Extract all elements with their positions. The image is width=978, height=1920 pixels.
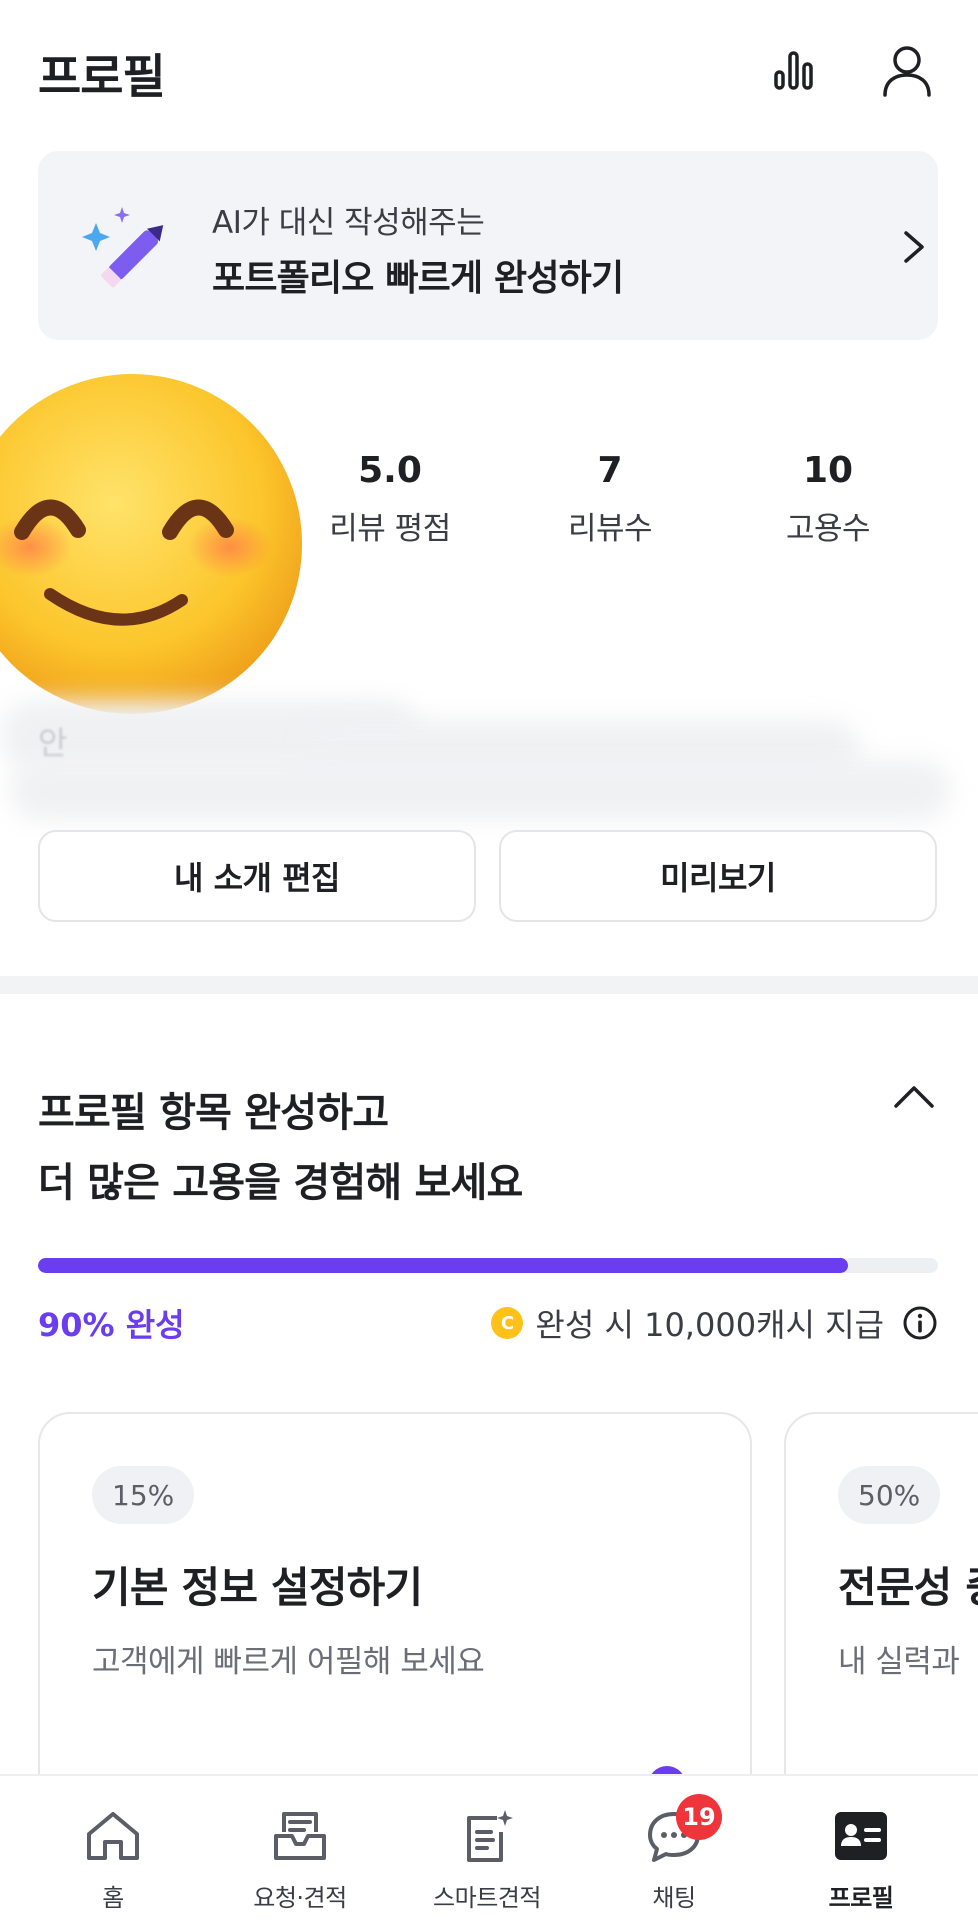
nav-label: 채팅 <box>652 1884 696 1912</box>
profile-card-icon <box>835 1812 887 1860</box>
bottom-nav: 홈 요청·견적 스마트견적 19 채팅 프로필 <box>0 1774 978 1920</box>
avatar[interactable] <box>0 372 305 717</box>
edit-intro-button[interactable]: 내 소개 편집 <box>38 830 476 922</box>
ai-portfolio-banner[interactable]: AI가 대신 작성해주는 포트폴리오 빠르게 완성하기 <box>38 151 938 340</box>
completion-title-line1: 프로필 항목 완성하고 <box>38 1090 389 1136</box>
info-icon[interactable] <box>902 1305 938 1341</box>
chat-unread-badge: 19 <box>676 1794 722 1840</box>
smart-quote-icon <box>467 1810 513 1862</box>
card-title: 기본 정보 설정하기 <box>92 1563 423 1612</box>
completion-title-line2: 더 많은 고용을 경험해 보세요 <box>38 1160 523 1206</box>
nav-requests[interactable]: 요청·견적 <box>205 1776 395 1920</box>
nav-profile[interactable]: 프로필 <box>766 1776 956 1920</box>
bio-redacted <box>0 690 978 840</box>
stat-rating: 5.0 리뷰 평점 <box>290 450 490 548</box>
nav-smart-quote[interactable]: 스마트견적 <box>392 1776 582 1920</box>
bio-text: 안 <box>38 724 68 762</box>
stat-label: 리뷰 평점 <box>329 511 451 547</box>
preview-button[interactable]: 미리보기 <box>499 830 937 922</box>
coin-icon: C <box>491 1307 524 1339</box>
progress-fill <box>38 1258 848 1273</box>
stats-button[interactable] <box>762 38 826 102</box>
profile-screen: 프로필 AI가 대신 작성해주는 포트폴리오 빠르게 완성하기 5.0 리뷰 평… <box>0 0 978 1920</box>
progress-label: 90% 완성 <box>38 1306 185 1344</box>
card-title: 전문성 증 <box>838 1563 978 1612</box>
stats-icon <box>774 51 813 90</box>
header: 프로필 <box>0 0 978 140</box>
ai-banner-subtitle: AI가 대신 작성해주는 <box>212 205 485 241</box>
chat-icon-wrap: 19 <box>644 1794 722 1864</box>
progress-bar <box>38 1258 938 1273</box>
card-description: 내 실력과 <box>838 1644 960 1680</box>
task-card-expertise[interactable]: 50% 전문성 증 내 실력과 <box>784 1412 978 1832</box>
nav-label: 프로필 <box>828 1884 894 1912</box>
stat-label: 고용수 <box>785 511 871 547</box>
chevron-right-icon <box>904 231 924 263</box>
completion-title: 프로필 항목 완성하고 더 많은 고용을 경험해 보세요 <box>38 1078 523 1218</box>
nav-chat[interactable]: 19 채팅 <box>579 1776 769 1920</box>
user-icon <box>883 46 931 97</box>
stat-value: 5.0 <box>358 450 422 491</box>
card-percent-badge: 15% <box>92 1466 195 1524</box>
stat-value: 7 <box>597 450 623 491</box>
card-percent-badge: 50% <box>838 1466 941 1524</box>
nav-label: 요청·견적 <box>253 1884 347 1912</box>
user-button[interactable] <box>875 38 939 102</box>
reward-text: 완성 시 10,000캐시 지급 <box>535 1306 884 1344</box>
stat-reviews: 7 리뷰수 <box>510 450 710 548</box>
ai-banner-title: 포트폴리오 빠르게 완성하기 <box>212 258 624 299</box>
section-divider <box>0 976 978 994</box>
nav-label: 홈 <box>102 1884 124 1912</box>
reward-info: C 완성 시 10,000캐시 지급 <box>491 1300 938 1346</box>
nav-home[interactable]: 홈 <box>18 1776 208 1920</box>
page-title: 프로필 <box>38 50 166 105</box>
home-icon <box>87 1812 139 1860</box>
chevron-up-icon[interactable] <box>892 1082 936 1112</box>
card-description: 고객에게 빠르게 어필해 보세요 <box>92 1644 485 1680</box>
inbox-icon <box>274 1812 326 1860</box>
nav-label: 스마트견적 <box>433 1884 541 1912</box>
stat-label: 리뷰수 <box>567 511 653 547</box>
stat-value: 10 <box>802 450 854 491</box>
task-card-basic-info[interactable]: 15% 기본 정보 설정하기 고객에게 빠르게 어필해 보세요 <box>38 1412 752 1832</box>
magic-pen-icon <box>82 207 164 288</box>
stat-hires: 10 고용수 <box>728 450 928 548</box>
